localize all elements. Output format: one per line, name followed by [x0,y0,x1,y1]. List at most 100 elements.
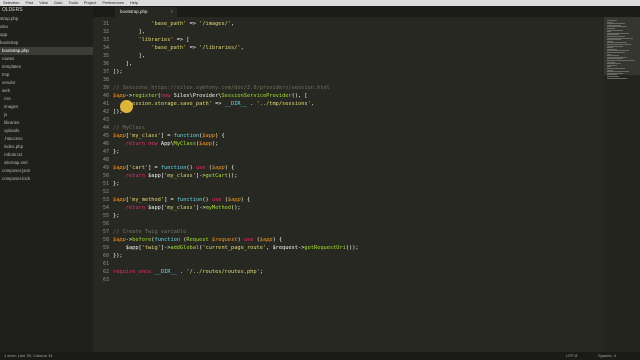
code-token: ], [113,61,133,67]
code-line[interactable]: return new App\MyClass($app); [113,140,219,148]
code-token: use [211,197,222,203]
code-token: use [195,165,206,171]
sidebar-item[interactable]: images [0,103,93,111]
line-number: 46 [102,141,109,147]
status-encoding[interactable]: UTF-8 [566,352,577,360]
code-line[interactable]: }; [113,180,119,188]
code-editor[interactable]: 'base_path' => '/images/', ], 'libraries… [113,17,603,352]
sidebar-item[interactable]: .htaccess [0,135,93,143]
code-token: ]-> [160,245,171,251]
sidebar-item[interactable]: bootstrap [0,39,93,47]
code-token: MyClass [173,141,196,147]
code-line[interactable]: // Sessions https://silex.symfony.com/do… [113,84,330,92]
code-line[interactable]: return $app['my_class']->myMethod(); [113,204,241,212]
code-token: , $request-> [266,245,305,251]
code-line[interactable]: $app['cart'] = function() use ($app) { [113,164,234,172]
code-token: new [148,141,158,147]
code-token: ) { [215,133,225,139]
code-line[interactable]: 'session.storage.save_path' => __DIR__ .… [113,100,314,108]
code-line[interactable]: $app['twig']->addGlobal('current_page_ro… [113,244,359,252]
sidebar-item[interactable]: templates [0,63,93,71]
code-token: 'cart' [128,165,149,171]
sidebar-item[interactable]: ulex [0,23,93,31]
code-line[interactable]: return $app['my_class']->getCart(); [113,172,238,180]
code-line[interactable]: $app->before(function (Request $request)… [113,236,282,244]
code-token: $app [211,165,225,171]
close-icon[interactable]: × [170,7,173,17]
line-number: 40 [102,93,109,99]
code-line[interactable]: // MyClass [113,124,145,132]
sidebar-item[interactable]: composer.lock [0,175,93,183]
code-token: ] = [164,197,177,203]
code-token: $app[ [144,173,165,179]
sidebar-item[interactable]: vendor [0,79,93,87]
sidebar-item[interactable]: sitemap.xml [0,159,93,167]
code-line[interactable]: ], [113,60,132,68]
code-token: $app [113,133,126,139]
sidebar-item[interactable]: composer.json [0,167,93,175]
sidebar-item[interactable]: uploads [0,127,93,135]
code-line[interactable]: ], [113,28,145,36]
code-token: => [211,101,225,107]
code-token: ] = [160,133,174,139]
code-line[interactable]: $app->register(new Silex\Provider\Sessio… [113,92,308,100]
sidebar-item[interactable]: css [0,95,93,103]
sidebar-item[interactable]: robots.txt [0,151,93,159]
code-token: $app [259,237,273,243]
code-token: $app[ [144,205,165,211]
code-token: return [125,205,145,211]
code-token: 'my_class' [164,205,196,211]
code-token: ) { [240,197,251,203]
code-token: // MyClass [113,125,145,131]
code-token: 'my_class' [164,173,196,179]
code-token: ) { [272,237,283,243]
code-token: 'session.storage.save_path' [125,101,212,107]
code-token: , [231,21,235,27]
code-line[interactable]: // Create Twig variable [113,228,186,236]
code-token: $app [113,165,126,171]
sidebar-item[interactable]: index.php [0,143,93,151]
tab-bootstrap-php[interactable]: bootstrap.php × [115,7,177,17]
code-line[interactable]: 'libraries' => [ [113,36,190,44]
code-token: '../tmp/sessions' [256,101,311,107]
code-line[interactable]: $app['my_method'] = function() use ($app… [113,196,250,204]
line-number: 48 [102,157,109,163]
status-position: 1 error, Line 33, Column 14 [4,353,53,358]
sidebar-item[interactable]: routes [0,55,93,63]
code-line[interactable]: 'base_path' => '/images/', [113,20,234,28]
sidebar-item[interactable]: app [0,31,93,39]
code-token: }; [113,181,120,187]
line-number: 36 [102,61,109,67]
code-line[interactable]: 'base_path' => '/libraries/', [113,44,244,52]
code-token: myMethod [205,205,232,211]
code-token: ], [113,53,145,59]
line-gutter: 31 32 33 34 35 36 37 38 39 40 41 42 43 44 45 46 47 48 49 50… [93,17,113,352]
sidebar-item[interactable]: js [0,111,93,119]
code-token: $app [199,141,212,147]
code-line[interactable]: ], [113,52,145,60]
sidebar-item[interactable]: libraries [0,119,93,127]
code-line[interactable]: require_once __DIR__ . '/../routes/route… [113,268,263,276]
line-number: 47 [102,149,109,155]
status-indentation[interactable]: Spaces: 4 [598,352,616,360]
code-line[interactable]: }); [113,252,123,260]
minimap[interactable] [604,17,640,352]
code-line[interactable]: }; [113,148,119,156]
code-line[interactable]: ]); [113,68,123,76]
code-line[interactable]: $app['my_class'] = function($app) { [113,132,225,140]
code-token: ]-> [195,173,206,179]
code-token: ); [211,141,219,147]
sidebar-item[interactable]: bootstrap.php [0,47,93,55]
sidebar-item[interactable]: strap.php [0,15,93,23]
code-token: }; [113,213,120,219]
code-token: getRequestUri [304,245,346,251]
code-token: $app [202,133,216,139]
code-token: '/../routes/routes.php' [186,269,260,275]
sidebar-item[interactable]: web [0,87,93,95]
sidebar-item[interactable]: tmp [0,71,93,79]
code-token: return [125,173,145,179]
code-token: , [310,101,314,107]
code-line[interactable]: }; [113,212,119,220]
